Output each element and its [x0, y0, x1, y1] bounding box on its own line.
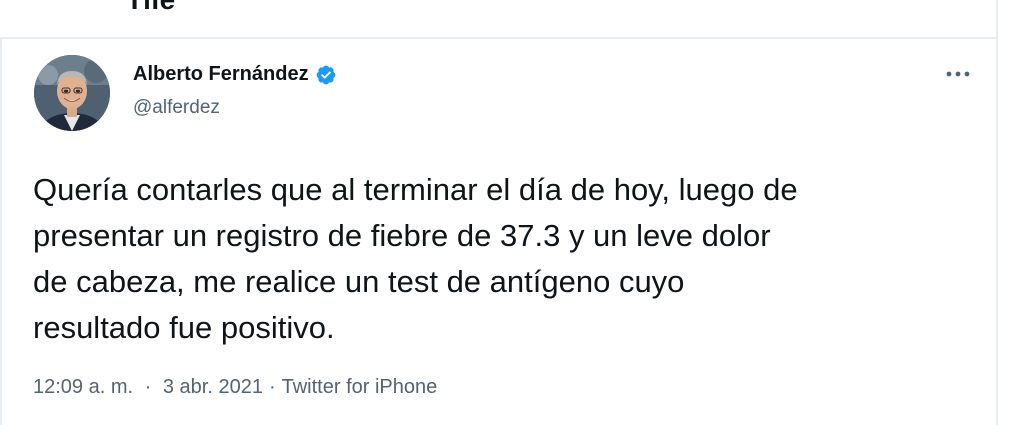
- tweet-text: Quería contarles que al terminar el día …: [33, 172, 798, 345]
- tweet-source-link[interactable]: Twitter for iPhone: [282, 376, 438, 399]
- avatar-photo: [34, 55, 110, 131]
- page-header: Tile: [0, 0, 998, 38]
- meta-separator: ·: [268, 376, 276, 398]
- verified-badge-icon: [315, 64, 337, 86]
- tweet-metadata: 12:09 a. m. · 3 abr. 2021 · Twitter for …: [33, 376, 437, 399]
- author-handle[interactable]: @alferdez: [133, 97, 220, 119]
- tweet-card: Alberto Fernández @alferdez Quería conta…: [0, 39, 998, 425]
- author-name[interactable]: Alberto Fernández: [133, 63, 309, 86]
- meta-separator: ·: [144, 376, 152, 398]
- page-title: Tile: [126, 0, 176, 16]
- tweet-screenshot: Tile Alberto Ferná: [0, 0, 1023, 425]
- more-horizontal-icon: [946, 71, 970, 77]
- author-name-row: Alberto Fernández: [133, 63, 337, 86]
- tweet-timestamp-link[interactable]: 12:09 a. m. · 3 abr. 2021: [33, 376, 263, 399]
- more-options-button[interactable]: [940, 61, 976, 87]
- avatar[interactable]: [34, 55, 110, 131]
- tweet-date: 3 abr. 2021: [162, 376, 263, 398]
- tweet-time: 12:09 a. m.: [33, 376, 134, 398]
